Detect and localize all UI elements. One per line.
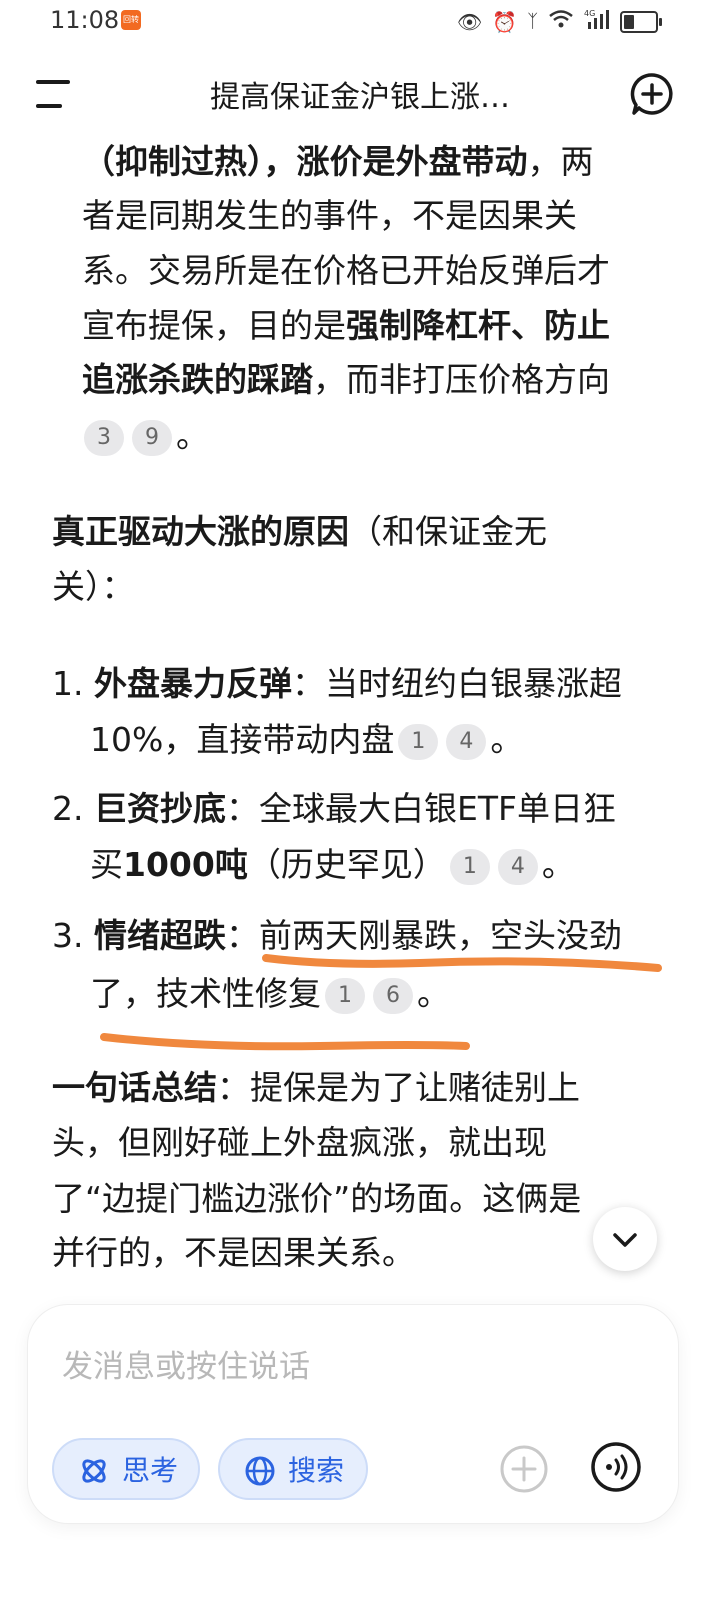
citation-badge[interactable]: 1 — [449, 848, 490, 885]
voice-call-button[interactable] — [590, 1441, 642, 1493]
summary-line3: 了“边提门槛边涨价”的场面。这俩是 — [52, 1179, 582, 1218]
list-item-line2: 10%，直接带动内盘 1 4。 — [90, 720, 523, 760]
bold-text: 一句话总结 — [52, 1068, 217, 1107]
search-label: 搜索 — [288, 1454, 345, 1487]
text: ，两 — [527, 142, 594, 181]
list-number: 1. — [52, 664, 84, 703]
globe-icon — [245, 1456, 275, 1486]
new-chat-icon[interactable] — [630, 72, 674, 116]
underline-stroke — [100, 1033, 470, 1051]
para1-line4: 宣布提保，目的是强制降杠杆、防止 — [82, 306, 610, 346]
text: ：前两天刚暴跌，空头没劲 — [226, 916, 622, 955]
citation-badge[interactable]: 4 — [446, 723, 487, 760]
section-heading-line2: 关）： — [52, 567, 135, 606]
bluetooth-icon: ᛉ — [527, 10, 538, 32]
text: ：提保是为了让赌徒别上 — [217, 1068, 580, 1107]
text: 10%，直接带动内盘 — [90, 720, 395, 759]
alarm-icon: ⏰ — [492, 9, 518, 34]
citation-badge[interactable]: 1 — [398, 723, 439, 760]
status-bar: 11:08 回转 👁 ⏰ ᛉ 4G — [0, 0, 720, 44]
network-type: 4G — [584, 9, 595, 18]
section-heading: 真正驱动大涨的原因（和保证金无 — [52, 512, 547, 552]
bold-text: 情绪超跌 — [94, 916, 226, 955]
list-item-line2: 了，技术性修复 1 6。 — [90, 974, 450, 1014]
list-item: 2. 巨资抄底：全球最大白银ETF单日狂 — [52, 789, 616, 829]
message-composer: 发消息或按住说话 思考 搜索 — [28, 1305, 678, 1523]
search-toggle[interactable]: 搜索 — [218, 1438, 368, 1500]
signal-icon: 4G — [584, 8, 610, 35]
chevron-down-icon — [613, 1233, 637, 1247]
text: 。 — [417, 974, 450, 1013]
citation-badge[interactable]: 6 — [373, 977, 413, 1014]
text: ：全球最大白银ETF单日狂 — [226, 789, 616, 828]
list-item: 1. 外盘暴力反弹：当时纽约白银暴涨超 — [52, 664, 622, 704]
conversation-title[interactable]: 提高保证金沪银上涨… — [150, 72, 570, 116]
para1-line2: 者是同期发生的事件，不是因果关 — [82, 196, 577, 235]
underline-stroke — [262, 954, 662, 972]
text: 宣布提保，目的是 — [82, 306, 346, 345]
citation-badge[interactable]: 9 — [132, 419, 172, 456]
text: 。 — [490, 720, 524, 759]
text: ：当时纽约白银暴涨超 — [292, 664, 622, 703]
menu-icon[interactable] — [36, 76, 76, 110]
battery-icon — [620, 11, 662, 33]
think-toggle[interactable]: 思考 — [52, 1438, 200, 1500]
citation-badge[interactable]: 3 — [84, 419, 124, 456]
text: ，而非打压价格方向 — [313, 360, 610, 399]
think-label: 思考 — [122, 1454, 179, 1487]
para1-line3: 系。交易所是在价格已开始反弹后才 — [82, 251, 610, 290]
battery-level — [624, 15, 634, 29]
list-number: 2. — [52, 789, 84, 828]
text: （和保证金无 — [349, 512, 547, 551]
scroll-to-bottom-button[interactable] — [593, 1207, 657, 1271]
top-bar: 提高保证金沪银上涨… — [0, 56, 720, 128]
text: （历史罕见） — [247, 845, 446, 884]
wifi-icon — [548, 9, 574, 34]
bold-text: 强制降杠杆、防止 — [346, 306, 610, 345]
atom-icon — [82, 1459, 106, 1483]
para1-line5: 追涨杀跌的踩踏，而非打压价格方向 — [82, 360, 610, 400]
text: 买 — [90, 845, 123, 884]
citation-badge[interactable]: 1 — [325, 977, 365, 1014]
para1-citations: 3 9。 — [80, 416, 209, 456]
bold-text: 巨资抄底 — [94, 789, 226, 828]
eye-icon: 👁 — [456, 9, 483, 34]
add-attachment-button[interactable] — [500, 1445, 548, 1493]
list-item-line2: 买1000吨（历史罕见） 1 4。 — [90, 845, 575, 885]
citation-badge[interactable]: 4 — [497, 848, 538, 885]
bold-text: （抑制过热），涨价是外盘带动 — [82, 142, 528, 181]
app-notification-badge: 回转 — [121, 10, 141, 30]
list-number: 3. — [52, 916, 84, 955]
text: 了，技术性修复 — [90, 974, 321, 1013]
message-input[interactable]: 发消息或按住说话 — [62, 1341, 310, 1386]
bold-text: 真正驱动大涨的原因 — [52, 512, 349, 551]
para1-line1: （抑制过热），涨价是外盘带动，两 — [82, 142, 594, 182]
summary-line4: 并行的，不是因果关系。 — [52, 1233, 415, 1272]
bold-text: 追涨杀跌的踩踏 — [82, 360, 313, 399]
summary-line2: 头，但刚好碰上外盘疯涨，就出现 — [52, 1123, 547, 1162]
list-item: 3. 情绪超跌：前两天刚暴跌，空头没劲 — [52, 916, 622, 956]
text: 。 — [541, 845, 575, 884]
summary-line1: 一句话总结：提保是为了让赌徒别上 — [52, 1068, 580, 1108]
bold-text: 1000吨 — [123, 845, 248, 884]
text: 。 — [176, 416, 209, 455]
status-time: 11:08 — [50, 6, 120, 34]
bold-text: 外盘暴力反弹 — [94, 664, 292, 703]
